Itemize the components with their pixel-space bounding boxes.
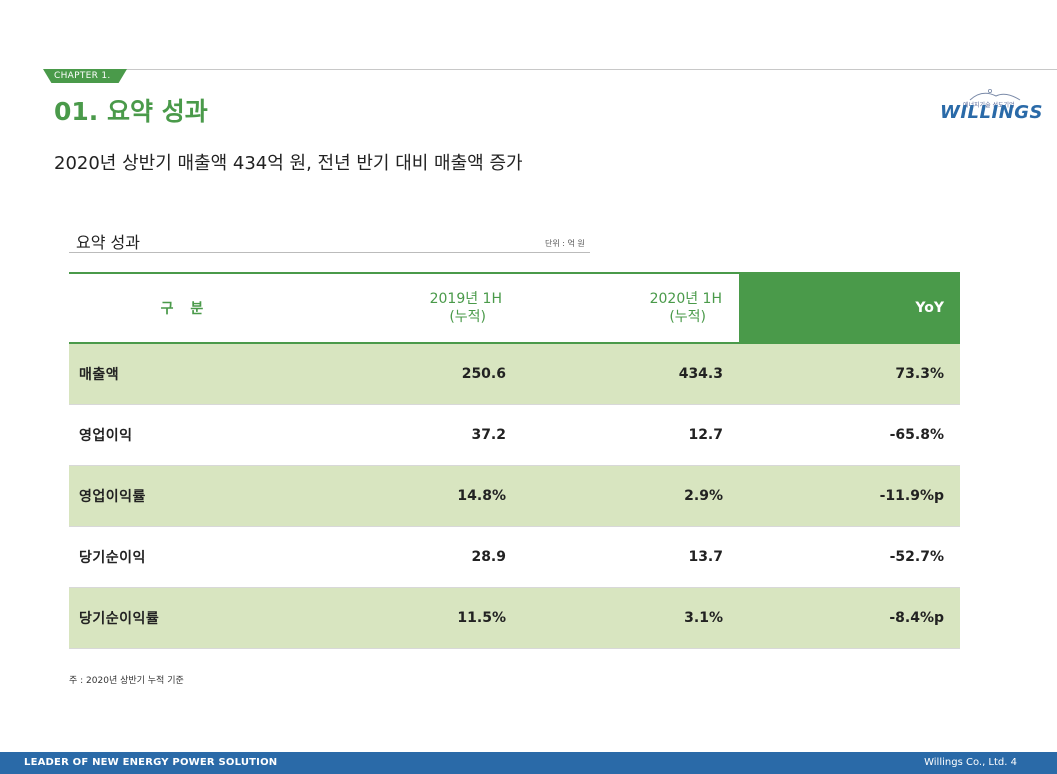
row-yoy-value: -65.8%: [889, 427, 944, 443]
header-2019: 2019년 1H (누적): [301, 274, 506, 342]
table-row: 매출액 250.6 434.3 73.3%: [69, 344, 960, 405]
company-logo: 에너지기술 선도기업 WILLINGS: [940, 86, 1043, 124]
row-name: 매출액: [79, 367, 120, 383]
unit-note: 단위 : 억 원: [545, 239, 585, 248]
row-yoy-value: -11.9%p: [879, 488, 944, 504]
row-2020-value: 12.7: [688, 427, 723, 443]
footer-page-info: Willings Co., Ltd. 4: [924, 757, 1017, 768]
row-name: 영업이익률: [79, 489, 146, 505]
row-2019-value: 11.5%: [457, 610, 506, 626]
headline: 2020년 상반기 매출액 434억 원, 전년 반기 대비 매출액 증가: [54, 153, 523, 174]
chapter-tab: CHAPTER 1.: [43, 69, 127, 83]
header-2020-line1: 2020년 1H: [649, 291, 722, 307]
row-2019-value: 250.6: [461, 366, 506, 382]
row-name: 당기순이익률: [79, 611, 160, 627]
table-row: 당기순이익 28.9 13.7 -52.7%: [69, 527, 960, 588]
table-title-underline: [69, 252, 590, 253]
header-yoy: YoY: [739, 272, 960, 344]
table-header-row: 구 분 2019년 1H (누적) 2020년 1H (누적) YoY: [69, 272, 960, 344]
row-yoy-value: 73.3%: [895, 366, 944, 382]
footer-slogan: LEADER OF NEW ENERGY POWER SOLUTION: [24, 757, 278, 768]
header-2020-line2: (누적): [669, 309, 706, 325]
logo-wordmark: WILLINGS: [940, 102, 1043, 123]
table-row: 영업이익 37.2 12.7 -65.8%: [69, 405, 960, 466]
row-name: 영업이익: [79, 428, 133, 444]
table-row: 당기순이익률 11.5% 3.1% -8.4%p: [69, 588, 960, 649]
row-yoy-value: -52.7%: [889, 549, 944, 565]
table-row: 영업이익률 14.8% 2.9% -11.9%p: [69, 466, 960, 527]
row-name: 당기순이익: [79, 550, 146, 566]
section-title: 01. 요약 성과: [54, 97, 208, 126]
header-divider: [120, 69, 1057, 70]
header-2019-line2: (누적): [449, 309, 486, 325]
row-2020-value: 13.7: [688, 549, 723, 565]
row-2019-value: 14.8%: [457, 488, 506, 504]
row-2020-value: 2.9%: [684, 488, 723, 504]
table-title: 요약 성과: [76, 233, 140, 252]
header-2020: 2020년 1H (누적): [506, 274, 724, 342]
footer-bar: LEADER OF NEW ENERGY POWER SOLUTION Will…: [0, 752, 1057, 774]
row-2019-value: 28.9: [471, 549, 506, 565]
header-label: 구 분: [160, 301, 210, 317]
row-2019-value: 37.2: [471, 427, 506, 443]
summary-table: 구 분 2019년 1H (누적) 2020년 1H (누적) YoY 매출액 …: [69, 272, 960, 649]
row-yoy-value: -8.4%p: [889, 610, 944, 626]
footnote: 주 : 2020년 상반기 누적 기준: [69, 676, 184, 686]
row-2020-value: 3.1%: [684, 610, 723, 626]
row-2020-value: 434.3: [678, 366, 723, 382]
header-2019-line1: 2019년 1H: [429, 291, 502, 307]
